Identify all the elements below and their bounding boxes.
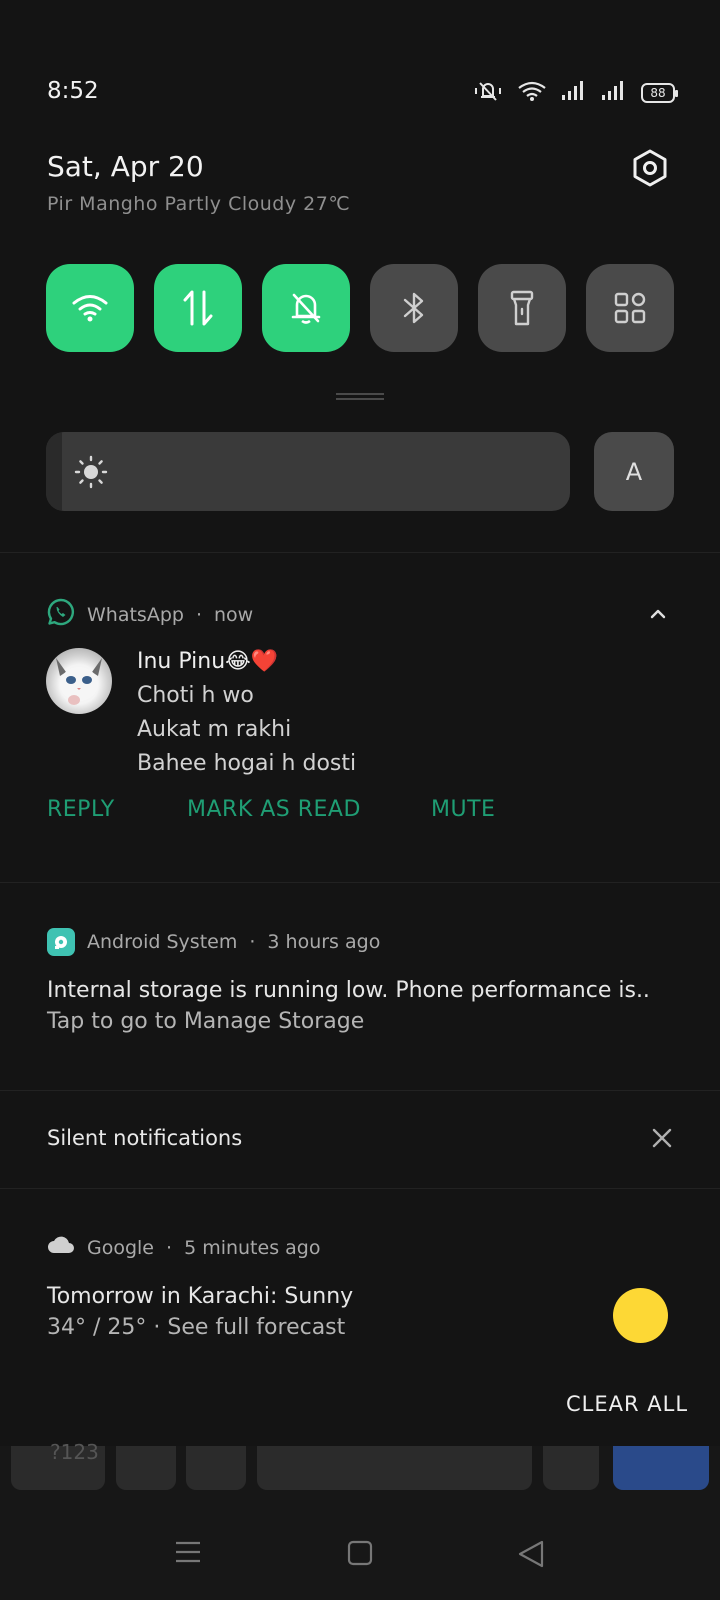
auto-brightness-button[interactable]: A [594, 432, 674, 511]
settings-icon [633, 149, 667, 187]
wifi-icon [72, 295, 108, 322]
brightness-icon [74, 455, 108, 493]
brightness-slider[interactable] [46, 432, 570, 511]
sunny-weather-icon [613, 1288, 668, 1343]
status-time: 8:52 [47, 78, 99, 104]
back-icon[interactable] [518, 1540, 544, 1572]
message-sender: Inu Pinu😂❤️ [137, 649, 279, 674]
mobile-data-tile[interactable] [154, 264, 242, 352]
android-system-icon [47, 928, 75, 956]
drag-handle[interactable] [336, 393, 384, 400]
settings-button[interactable] [630, 148, 670, 188]
close-icon[interactable] [652, 1128, 672, 1152]
whatsapp-actions: REPLY MARK AS READ MUTE [47, 797, 495, 822]
recents-menu-icon[interactable] [175, 1540, 201, 1568]
divider [0, 882, 720, 883]
avatar [46, 648, 112, 714]
whatsapp-time: now [214, 603, 254, 626]
whatsapp-notification-header[interactable]: WhatsApp · now [47, 598, 253, 631]
whatsapp-app-name: WhatsApp [87, 603, 184, 626]
mute-button[interactable]: MUTE [431, 797, 495, 822]
message-line: Aukat m rakhi [137, 717, 292, 742]
forecast-title[interactable]: Tomorrow in Karachi: Sunny [47, 1284, 353, 1309]
brightness-fill [46, 432, 62, 511]
storage-warning-text[interactable]: Tap to go to Manage Storage [47, 1009, 364, 1034]
keyboard-emoji-key[interactable] [186, 1446, 246, 1490]
keyboard-key[interactable] [116, 1446, 176, 1490]
keyboard-symbols-key-label: ?123 [50, 1440, 99, 1464]
google-notification-header[interactable]: Google · 5 minutes ago [47, 1235, 320, 1260]
clear-all-button[interactable]: CLEAR ALL [566, 1392, 688, 1416]
mark-as-read-button[interactable]: MARK AS READ [187, 797, 431, 822]
google-time: 5 minutes ago [184, 1236, 321, 1259]
status-icons: 88 [473, 80, 678, 106]
wifi-tile[interactable] [46, 264, 134, 352]
android-system-app-name: Android System [87, 931, 238, 953]
android-system-notification-header[interactable]: Android System · 3 hours ago [47, 928, 380, 956]
bell-off-icon [291, 293, 321, 324]
forecast-text[interactable]: 34° / 25° · See full forecast [47, 1315, 345, 1340]
date-label[interactable]: Sat, Apr 20 [47, 150, 204, 183]
bluetooth-tile[interactable] [370, 264, 458, 352]
google-app-name: Google [87, 1236, 155, 1259]
keyboard-enter-key[interactable] [613, 1446, 709, 1490]
flashlight-tile[interactable] [478, 264, 566, 352]
cloud-icon [47, 1235, 75, 1260]
battery-icon: 88 [641, 83, 678, 103]
message-line: Bahee hogai h dosti [137, 751, 357, 776]
whatsapp-icon [47, 598, 75, 631]
separator-dot: · [166, 1236, 173, 1259]
message-line: Choti h wo [137, 683, 254, 708]
separator-dot: · [249, 931, 256, 953]
silent-tile[interactable] [262, 264, 350, 352]
divider [0, 552, 720, 553]
keyboard-key[interactable] [543, 1446, 599, 1490]
divider [0, 1090, 720, 1091]
signal-2-icon [601, 80, 627, 106]
mobile-data-icon [183, 290, 213, 326]
notification-shade: 8:52 88 Sat, Apr 20 Pir Mangho Partly Cl… [0, 0, 720, 1446]
signal-1-icon [561, 80, 587, 106]
android-system-time: 3 hours ago [267, 931, 381, 953]
divider [0, 1188, 720, 1189]
more-tiles-tile[interactable] [586, 264, 674, 352]
storage-warning-title[interactable]: Internal storage is running low. Phone p… [47, 978, 650, 1003]
silent-status-icon [473, 80, 503, 106]
separator-dot: · [195, 603, 202, 626]
collapse-chevron-icon[interactable] [650, 604, 666, 623]
silent-notifications-header: Silent notifications [47, 1126, 243, 1150]
quick-tiles [46, 264, 674, 352]
weather-label[interactable]: Pir Mangho Partly Cloudy 27℃ [47, 193, 350, 215]
whatsapp-message-body[interactable]: Inu Pinu😂❤️ Choti h wo Aukat m rakhi Bah… [137, 645, 356, 781]
keyboard-space-key[interactable] [257, 1446, 532, 1490]
wifi-status-icon [517, 80, 547, 106]
grid-icon [614, 292, 646, 324]
bluetooth-icon [403, 292, 424, 324]
reply-button[interactable]: REPLY [47, 797, 187, 822]
home-icon[interactable] [347, 1540, 373, 1570]
flashlight-icon [510, 290, 534, 326]
